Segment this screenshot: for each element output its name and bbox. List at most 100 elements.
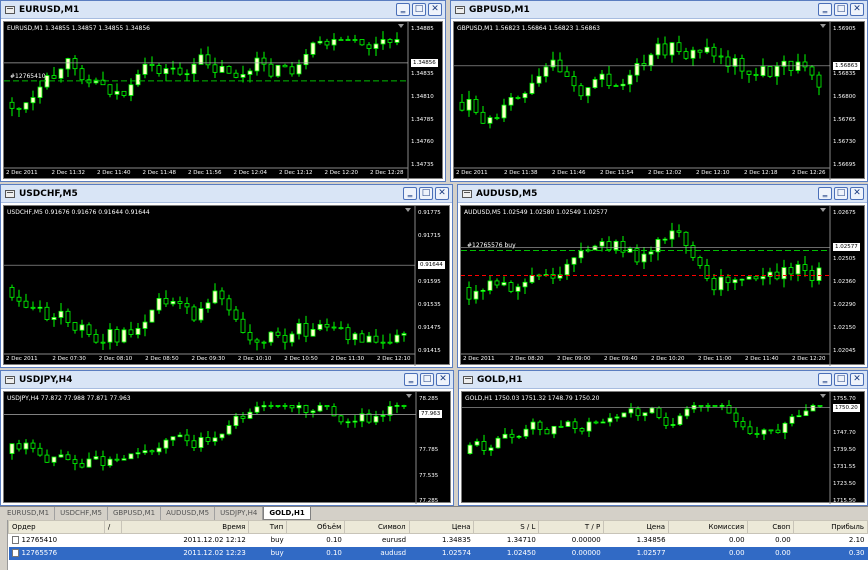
close-button[interactable]: ✕ [850,373,864,386]
column-header[interactable]: Время [121,520,250,534]
chart-tab[interactable]: GBPUSD,M1 [108,507,162,520]
column-header[interactable]: Символ [344,520,410,534]
candle-body [480,111,486,124]
maximize-button[interactable]: □ [834,3,848,16]
candle-body [761,429,767,435]
maximize-button[interactable]: □ [834,187,848,200]
candle-body [739,58,745,72]
chart-window-titlebar[interactable]: USDJPY,H4 ‗ □ ✕ [1,371,453,389]
column-header[interactable]: Прибыль [793,520,868,534]
order-row[interactable]: 12765576 2011.12.02 12:23 buy 0.10 audusd 1.0… [8,546,868,560]
order-row[interactable]: 12765410 2011.12.02 12:12 buy 0.10 eurusd 1.3… [9,534,868,547]
candle-body [128,453,134,460]
column-header[interactable]: Цена [408,520,475,534]
candle-body [366,413,372,423]
candle-body [233,415,239,426]
candle-body [107,458,113,466]
candle-body [613,85,619,87]
chart-window-titlebar[interactable]: USDCHF,M5 ‗ □ ✕ [1,185,452,203]
chart-window-titlebar[interactable]: EURUSD,M1 ‗ □ ✕ [1,1,445,19]
close-button[interactable]: ✕ [850,3,864,16]
chart-window-usdchf-m5[interactable]: USDCHF,M5 ‗ □ ✕ USDCHF,M5 0.91676 0.9167… [0,184,453,368]
minimize-button[interactable]: ‗ [818,187,832,200]
chart-tab[interactable]: USDJPY,H4 [215,507,264,520]
column-header[interactable]: S / L [473,520,540,534]
chart-plot-area[interactable]: AUDUSD,M5 1.02549 1.02580 1.02549 1.0257… [460,205,865,366]
chart-tab[interactable]: USDCHF,M5 [55,507,108,520]
chart-window-gold-h1[interactable]: GOLD,H1 ‗ □ ✕ GOLD,H1 1750.03 1751.32 17… [458,370,868,506]
candle-body [380,414,386,417]
chart-window-audusd-m5[interactable]: AUDUSD,M5 ‗ □ ✕ AUDUSD,M5 1.02549 1.0258… [457,184,868,368]
maximize-button[interactable]: □ [412,3,426,16]
candle-body [114,458,120,461]
column-header[interactable]: T / P [538,520,605,534]
current-price-label: 1.56863 [833,61,860,70]
column-header[interactable]: Объём [286,520,346,534]
minimize-button[interactable]: ‗ [404,373,418,386]
maximize-button[interactable]: □ [834,373,848,386]
close-button[interactable]: ✕ [850,187,864,200]
chart-plot-area[interactable]: GBPUSD,M1 1.56823 1.56864 1.56823 1.5686… [453,21,865,180]
maximize-button[interactable]: □ [419,187,433,200]
column-header[interactable]: Ордер [8,520,105,534]
candle-body [788,267,794,275]
maximize-button[interactable]: □ [420,373,434,386]
candle-body [373,43,379,49]
candle-body [593,421,599,424]
candle-body [303,405,309,413]
close-button[interactable]: ✕ [435,187,449,200]
y-axis-tick: 1.56800 [833,94,856,100]
candle-body [121,458,127,461]
chart-plot-area[interactable]: EURUSD,M1 1.34855 1.34857 1.34855 1.3485… [3,21,443,180]
close-button[interactable]: ✕ [436,373,450,386]
candle-body [782,422,788,434]
chart-plot-area[interactable]: USDCHF,M5 0.91676 0.91676 0.91644 0.9164… [3,205,450,366]
chart-window-gbpusd-m1[interactable]: GBPUSD,M1 ‗ □ ✕ GBPUSD,M1 1.56823 1.5686… [450,0,868,182]
chart-window-eurusd-m1[interactable]: EURUSD,M1 ‗ □ ✕ EURUSD,M1 1.34855 1.3485… [0,0,446,182]
candle-body [261,57,267,65]
candle-body [16,296,22,302]
candlestick-chart [461,206,831,366]
candle-body [775,429,781,434]
candle-body [690,49,696,59]
candle-body [683,51,689,59]
x-axis-tick: 2 Dec 11:32 [51,170,86,176]
minimize-button[interactable]: ‗ [396,3,410,16]
column-header[interactable]: / [103,520,123,534]
x-axis-tick: 2 Dec 11:46 [552,170,586,176]
x-axis-tick: 2 Dec 12:20 [324,170,359,176]
chart-window-titlebar[interactable]: GBPUSD,M1 ‗ □ ✕ [451,1,867,19]
chart-tab[interactable]: GOLD,H1 [263,507,311,520]
minimize-button[interactable]: ‗ [403,187,417,200]
current-price-label: 1750.20 [833,403,860,412]
chart-tab[interactable]: AUDUSD,M5 [161,507,216,520]
order-id: 12765410 [21,536,58,545]
chart-plot-area[interactable]: GOLD,H1 1750.03 1751.32 1748.79 1750.20 … [461,391,865,504]
chart-window-usdjpy-h4[interactable]: USDJPY,H4 ‗ □ ✕ USDJPY,H4 77.872 77.988 … [0,370,454,506]
candle-body [345,421,351,424]
chart-window-titlebar[interactable]: GOLD,H1 ‗ □ ✕ [459,371,867,389]
candle-body [732,279,738,284]
column-header[interactable]: Комиссия [668,520,749,534]
candle-body [712,405,718,407]
candle-body [296,405,302,409]
minimize-button[interactable]: ‗ [818,3,832,16]
column-header[interactable]: Цена [603,520,670,534]
candle-body [16,107,22,110]
chart-plot-area[interactable]: USDJPY,H4 77.872 77.988 77.871 77.963 78… [3,391,451,504]
chart-tab[interactable]: EURUSD,M1 [2,507,56,520]
y-axis-tick: 1.02290 [833,302,856,308]
minimize-button[interactable]: ‗ [818,373,832,386]
x-axis-tick: 2 Dec 11:00 [698,356,732,362]
candle-body [739,278,745,281]
terminal-panel: Ордер / Время Тип Объём Символ Цена S / LT / PЦ… [0,520,868,570]
chart-shift-marker [398,24,404,28]
candle-body [387,406,393,416]
close-button[interactable]: ✕ [428,3,442,16]
column-header[interactable]: Тип [248,520,288,534]
chart-window-titlebar[interactable]: AUDUSD,M5 ‗ □ ✕ [458,185,867,203]
candle-body [606,73,612,86]
candle-body [289,333,295,343]
candle-body [394,39,400,43]
column-header[interactable]: Своп [747,520,795,534]
